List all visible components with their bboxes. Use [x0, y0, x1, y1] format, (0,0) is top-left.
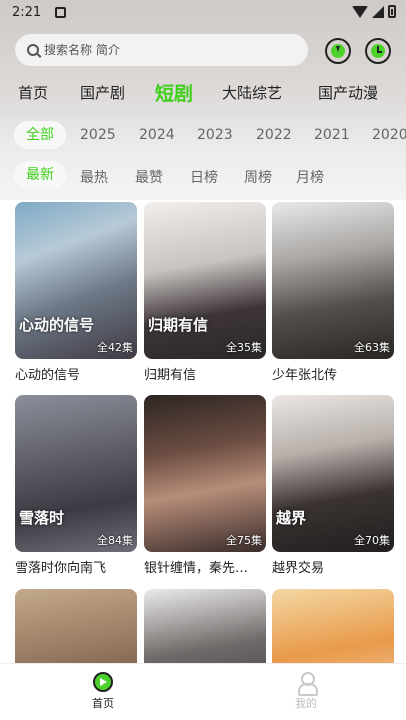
- tab-domestic-drama[interactable]: 国产剧: [80, 82, 125, 103]
- episode-badge: 全84集: [97, 534, 133, 547]
- tab-variety[interactable]: 大陆综艺: [222, 82, 282, 103]
- drama-card[interactable]: 心动的信号 全42集 心动的信号: [15, 202, 137, 383]
- card-title: 心动的信号: [15, 368, 81, 383]
- sort-chip-weekly[interactable]: 周榜: [244, 167, 272, 187]
- download-button[interactable]: [325, 38, 351, 64]
- episode-badge: 全42集: [97, 341, 133, 354]
- status-bar: 2:21: [0, 0, 406, 26]
- sort-chip-hot[interactable]: 最热: [80, 167, 108, 187]
- tab-short-drama[interactable]: 短剧: [155, 79, 193, 106]
- episode-badge: 全75集: [226, 534, 262, 547]
- year-chip-all[interactable]: 全部: [14, 121, 66, 149]
- status-icons: [352, 5, 396, 18]
- sort-chip-latest[interactable]: 最新: [14, 161, 66, 189]
- search-bar[interactable]: [15, 34, 308, 66]
- year-chip-2021[interactable]: 2021: [314, 127, 350, 143]
- poster-title: 心动的信号: [19, 316, 95, 334]
- drama-card[interactable]: 越界 全70集 越界交易: [272, 395, 394, 576]
- poster-image: 雪落时 全84集: [15, 395, 137, 552]
- year-chip-2023[interactable]: 2023: [197, 127, 233, 143]
- poster-image: 心动的信号 全42集: [15, 202, 137, 359]
- status-time: 2:21: [12, 5, 42, 20]
- tab-anime[interactable]: 国产动漫: [318, 82, 378, 103]
- nav-home[interactable]: 首页: [73, 672, 133, 711]
- poster-title: 越界: [276, 509, 307, 527]
- nav-home-label: 首页: [92, 697, 114, 710]
- drama-card[interactable]: 全63集 少年张北传: [272, 202, 394, 383]
- notification-icon: [55, 7, 66, 18]
- signal-icon: [372, 5, 384, 18]
- user-icon: [297, 672, 318, 696]
- wifi-icon: [352, 5, 368, 18]
- history-button[interactable]: [365, 38, 391, 64]
- episode-badge: 全70集: [354, 534, 390, 547]
- drama-card[interactable]: 雪落时 全84集 雪落时你向南飞: [15, 395, 137, 576]
- sort-chip-monthly[interactable]: 月榜: [296, 167, 324, 187]
- episode-badge: 全35集: [226, 341, 262, 354]
- card-title: 少年张北传: [272, 368, 338, 383]
- search-icon: [27, 44, 39, 56]
- poster-image: 全75集: [144, 395, 266, 552]
- nav-mine[interactable]: 我的: [276, 672, 336, 711]
- poster-image: 越界 全70集: [272, 395, 394, 552]
- search-input[interactable]: [44, 43, 274, 57]
- battery-icon: [388, 5, 396, 18]
- year-chip-2022[interactable]: 2022: [256, 127, 292, 143]
- poster-title: 雪落时: [19, 509, 65, 527]
- nav-mine-label: 我的: [295, 697, 317, 710]
- sort-chip-daily[interactable]: 日榜: [190, 167, 218, 187]
- bottom-nav: 首页 我的: [0, 663, 406, 720]
- download-icon: [331, 44, 345, 58]
- sort-chip-liked[interactable]: 最赞: [135, 167, 163, 187]
- episode-badge: 全63集: [354, 341, 390, 354]
- poster-title: 归期有信: [148, 316, 209, 334]
- drama-card[interactable]: 全75集 银针缠情，秦先…: [144, 395, 266, 576]
- drama-card[interactable]: 归期有信 全35集 归期有信: [144, 202, 266, 383]
- card-title: 归期有信: [144, 368, 197, 383]
- poster-image: 全63集: [272, 202, 394, 359]
- card-title: 银针缠情，秦先…: [144, 561, 249, 576]
- year-chip-2024[interactable]: 2024: [139, 127, 175, 143]
- year-chip-2020[interactable]: 2020: [372, 127, 406, 143]
- clock-icon: [371, 44, 385, 58]
- card-title: 雪落时你向南飞: [15, 561, 107, 576]
- tab-home[interactable]: 首页: [18, 82, 48, 103]
- year-chip-2025[interactable]: 2025: [80, 127, 116, 143]
- card-title: 越界交易: [272, 561, 325, 576]
- play-icon: [93, 672, 113, 692]
- poster-image: 归期有信 全35集: [144, 202, 266, 359]
